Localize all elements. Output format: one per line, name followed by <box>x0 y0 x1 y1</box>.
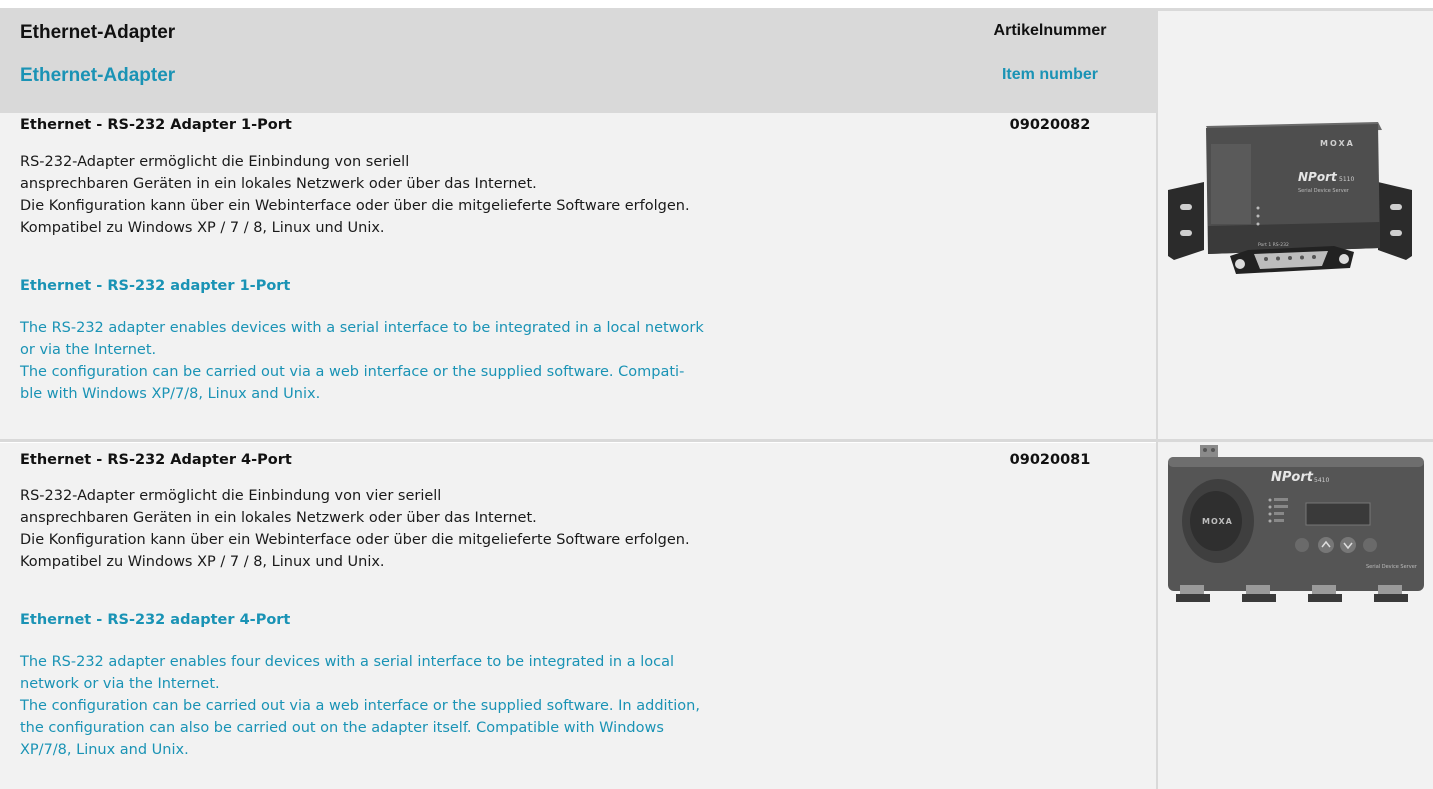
product-title-en: Ethernet - RS-232 adapter 4-Port <box>20 612 291 628</box>
column-divider <box>1156 11 1158 789</box>
item-number-header-de: Artikelnummer <box>993 22 1107 39</box>
product-description-de: RS-232-Adapter ermöglicht die Einbindung… <box>20 488 690 570</box>
svg-text:MOXA: MOXA <box>1202 517 1233 526</box>
product-description-de: RS-232-Adapter ermöglicht die Einbindung… <box>20 154 690 236</box>
svg-text:NPort: NPort <box>1271 470 1314 485</box>
category-title-en: Ethernet-Adapter <box>20 65 176 86</box>
serial-device-server-4-port-photo: MOXA NPort 5410 Serial Device Server <box>1168 445 1424 602</box>
svg-text:Port 1 RS-232: Port 1 RS-232 <box>1258 242 1289 248</box>
category-title-de: Ethernet-Adapter <box>20 22 176 43</box>
product-description-en: The RS-232 adapter enables devices with … <box>20 320 704 402</box>
svg-text:5110: 5110 <box>1339 176 1354 183</box>
product-title-de: Ethernet - RS-232 Adapter 4-Port <box>20 452 292 468</box>
product-description-en: The RS-232 adapter enables four devices … <box>20 654 700 758</box>
row-divider <box>0 439 1433 442</box>
product-table-page: Ethernet-Adapter Ethernet-Adapter Artike… <box>0 0 1433 789</box>
svg-text:Serial Device Server: Serial Device Server <box>1366 564 1418 570</box>
product-title-de: Ethernet - RS-232 Adapter 1-Port <box>20 117 292 133</box>
item-number-header-en: Item number <box>1001 66 1098 83</box>
svg-text:Serial Device Server: Serial Device Server <box>1298 188 1350 194</box>
svg-text:NPort: NPort <box>1298 170 1338 184</box>
svg-text:5410: 5410 <box>1314 477 1329 484</box>
item-number: 09020081 <box>1009 452 1091 468</box>
serial-device-server-1-port-photo: MOXA NPort 5110 Serial Device Server Por… <box>1168 122 1412 274</box>
item-number: 09020082 <box>1009 117 1091 133</box>
product-title-en: Ethernet - RS-232 adapter 1-Port <box>20 278 291 294</box>
svg-text:MOXA: MOXA <box>1320 139 1355 148</box>
